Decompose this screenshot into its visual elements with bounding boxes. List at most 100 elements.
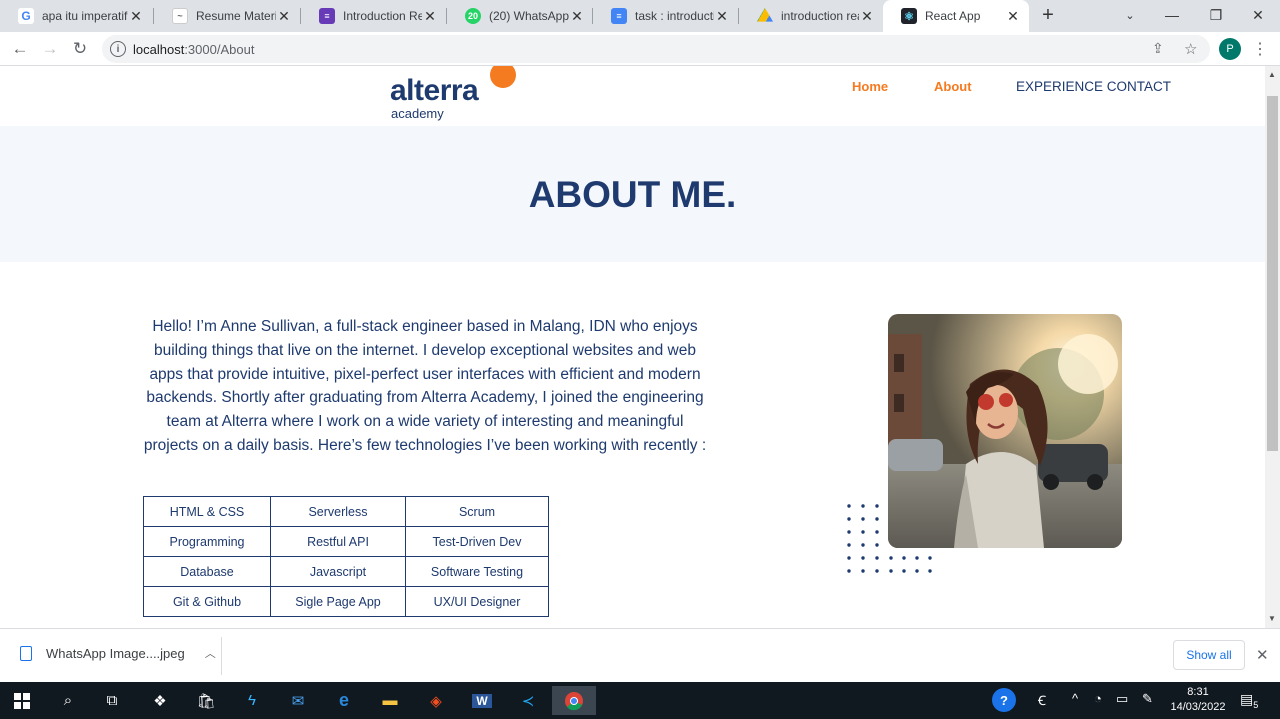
folder-icon: ▬ xyxy=(382,692,398,709)
tab-whatsapp[interactable]: 20 (20) WhatsApp ✕ xyxy=(447,0,593,32)
alterra-logo[interactable]: alterra academy xyxy=(390,66,530,122)
close-tab-icon[interactable]: ✕ xyxy=(422,8,438,24)
minimize-button[interactable]: — xyxy=(1150,0,1194,30)
page-viewport: alterra academy Home About EXPERIENCE CO… xyxy=(0,66,1265,628)
table-row: Database Javascript Software Testing xyxy=(143,556,549,587)
close-tab-icon[interactable]: ✕ xyxy=(1005,8,1021,24)
skill-cell: Scrum xyxy=(405,496,549,527)
windows-icon xyxy=(14,692,30,709)
scrollbar-thumb[interactable] xyxy=(1267,96,1278,451)
skill-cell: Serverless xyxy=(270,496,406,527)
tab-introduction-forms[interactable]: ≡ Introduction Rea ✕ xyxy=(301,0,446,32)
plus-icon: + xyxy=(1042,3,1054,26)
page-scrollbar[interactable]: ▲ ▼ xyxy=(1265,66,1280,628)
address-bar[interactable]: i localhost:3000/About ⇪ ☆ xyxy=(102,35,1210,63)
scroll-down-icon[interactable]: ▼ xyxy=(1268,614,1276,623)
table-row: Git & Github Sigle Page App UX/UI Design… xyxy=(143,586,549,617)
skill-cell: Programming xyxy=(143,526,271,557)
back-button[interactable]: ← xyxy=(8,37,32,61)
figma-button[interactable]: ◈ xyxy=(418,686,454,715)
drive-icon xyxy=(757,8,773,22)
mail-button[interactable]: ✉ xyxy=(280,686,316,715)
battery-icon[interactable]: ▭ xyxy=(1116,691,1128,707)
arrow-left-icon: ← xyxy=(11,39,29,58)
star-icon[interactable]: ☆ xyxy=(1184,40,1197,58)
close-tab-icon[interactable]: ✕ xyxy=(714,8,730,24)
url-text[interactable]: localhost:3000/About xyxy=(133,42,254,57)
chrome-button[interactable] xyxy=(552,686,596,715)
search-button[interactable]: ⌕ xyxy=(50,686,86,715)
dropbox-button[interactable]: ❖ xyxy=(142,686,178,715)
table-row: HTML & CSS Serverless Scrum xyxy=(143,496,549,527)
skills-table: HTML & CSS Serverless Scrum Programming … xyxy=(143,496,549,617)
close-tab-icon[interactable]: ✕ xyxy=(569,8,585,24)
restore-button[interactable]: ❐ xyxy=(1194,0,1238,30)
chevron-down-icon: ⌄ xyxy=(1125,9,1135,22)
tab-apa-itu-imperatif[interactable]: G apa itu imperatif ✕ xyxy=(0,0,152,32)
show-all-button[interactable]: Show all xyxy=(1173,640,1245,670)
forward-button[interactable]: → xyxy=(38,37,62,61)
skill-cell: Database xyxy=(143,556,271,587)
edge-icon: e xyxy=(338,690,349,710)
tab-react-app[interactable]: ⚛ React App ✕ xyxy=(883,0,1029,32)
app-button[interactable]: ϟ xyxy=(234,686,270,715)
tab-introduction-drive[interactable]: introduction rea ✕ xyxy=(739,0,883,32)
close-icon: ✕ xyxy=(1252,6,1264,23)
close-window-button[interactable]: ✕ xyxy=(1236,0,1280,30)
chevron-up-icon[interactable]: ︿ xyxy=(205,645,216,661)
shelf-divider xyxy=(221,637,222,675)
trend-icon: ~ xyxy=(172,8,188,24)
whatsapp-icon: 20 xyxy=(465,8,481,24)
new-tab-button[interactable]: + xyxy=(1026,0,1070,30)
profile-avatar[interactable]: P xyxy=(1219,38,1241,60)
info-icon[interactable]: i xyxy=(110,41,126,57)
start-button[interactable] xyxy=(4,686,40,715)
nav-experience-contact-link[interactable]: EXPERIENCE CONTACT xyxy=(1016,79,1171,94)
profile-photo xyxy=(888,314,1122,548)
pen-icon[interactable]: ✎ xyxy=(1142,691,1153,707)
react-icon: ⚛ xyxy=(901,8,917,24)
restore-icon: ❐ xyxy=(1209,6,1223,23)
page-title: ABOUT ME. xyxy=(528,174,737,215)
word-button[interactable]: W xyxy=(464,686,500,715)
task-view-button[interactable]: ⧉ xyxy=(94,686,130,715)
skill-cell: UX/UI Designer xyxy=(405,586,549,617)
people-icon[interactable]: Ꞓ xyxy=(1038,691,1046,709)
figma-icon: ◈ xyxy=(430,692,442,710)
bio-paragraph: Hello! I’m Anne Sullivan, a full-stack e… xyxy=(143,318,707,454)
more-menu-icon[interactable]: ⋮ xyxy=(1252,39,1268,59)
help-icon[interactable]: ? xyxy=(992,688,1016,712)
docs-icon: ≡ xyxy=(611,8,627,24)
vscode-icon: ≺ xyxy=(521,692,535,710)
tab-resume-materi[interactable]: ~ Resume Materi ✕ xyxy=(154,0,300,32)
chrome-icon xyxy=(565,691,583,710)
nav-home-link[interactable]: Home xyxy=(852,79,888,94)
system-clock[interactable]: 8:31 14/03/2022 xyxy=(1168,685,1228,715)
nav-about-link[interactable]: About xyxy=(934,79,972,94)
skill-cell: Sigle Page App xyxy=(270,586,406,617)
download-item[interactable]: WhatsApp Image....jpeg ︿ xyxy=(20,645,216,661)
vscode-button[interactable]: ≺ xyxy=(510,686,546,715)
minimize-icon: — xyxy=(1165,7,1179,23)
close-tab-icon[interactable]: ✕ xyxy=(128,8,144,24)
file-icon xyxy=(20,645,32,661)
hero-banner: ABOUT ME. xyxy=(0,126,1265,262)
reload-button[interactable]: ↻ xyxy=(68,37,92,61)
scroll-up-icon[interactable]: ▲ xyxy=(1268,70,1276,79)
skill-cell: Software Testing xyxy=(405,556,549,587)
store-button[interactable]: 🛍 xyxy=(188,686,224,715)
chevron-up-icon[interactable]: ^ xyxy=(1072,691,1078,706)
notification-icon[interactable]: ▤5 xyxy=(1240,691,1258,710)
tab-task-docs[interactable]: ≡ task : introductio ✕ xyxy=(593,0,738,32)
close-icon[interactable]: ✕ xyxy=(1256,646,1269,664)
wifi-icon[interactable]: ◔ xyxy=(1094,691,1102,706)
skill-cell: Javascript xyxy=(270,556,406,587)
tab-search-button[interactable]: ⌄ xyxy=(1108,0,1152,30)
table-row: Programming Restful API Test-Driven Dev xyxy=(143,526,549,557)
download-shelf: WhatsApp Image....jpeg ︿ Show all ✕ xyxy=(0,628,1280,682)
file-explorer-button[interactable]: ▬ xyxy=(372,686,408,715)
edge-button[interactable]: e xyxy=(326,686,362,715)
share-icon[interactable]: ⇪ xyxy=(1152,40,1164,57)
close-tab-icon[interactable]: ✕ xyxy=(276,8,292,24)
close-tab-icon[interactable]: ✕ xyxy=(859,8,875,24)
